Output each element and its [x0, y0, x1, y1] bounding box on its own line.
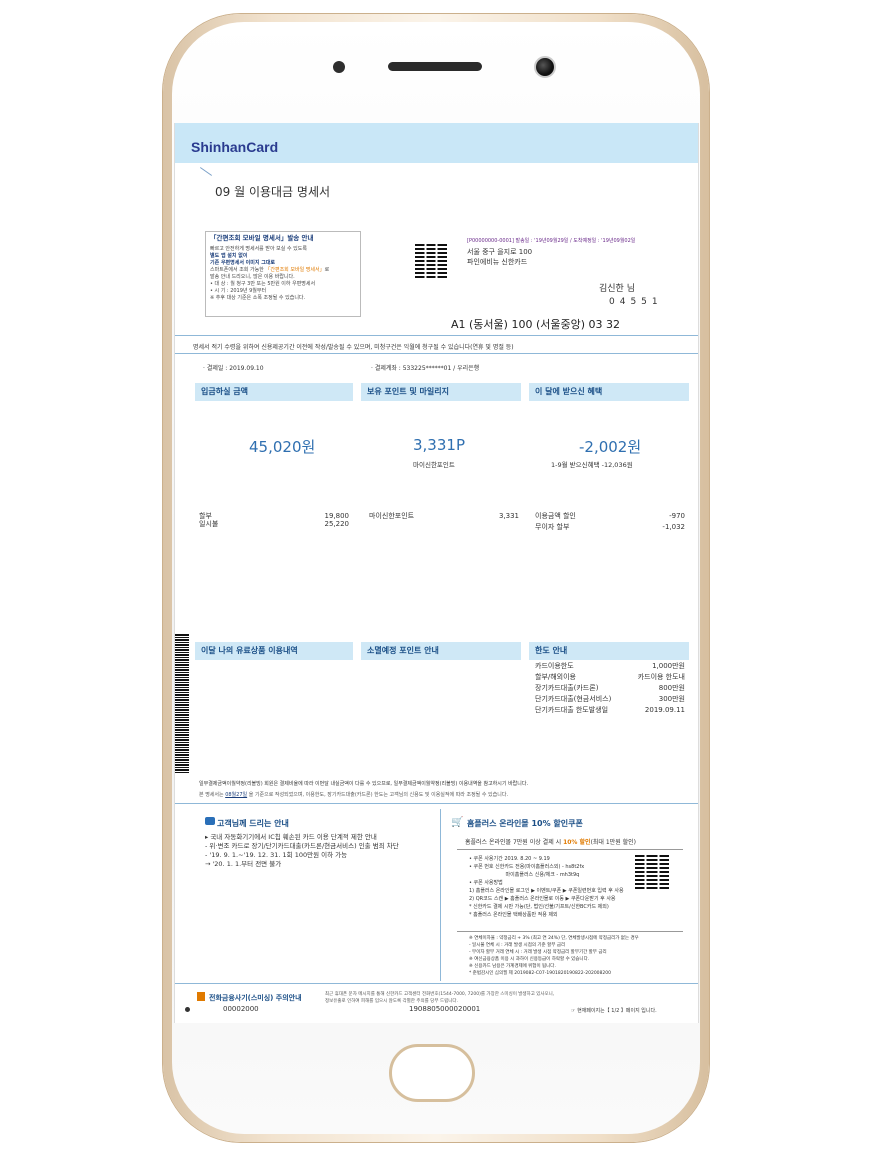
list-item: 카드이용한도 1,000만원 — [535, 662, 685, 670]
home-button[interactable] — [389, 1044, 475, 1102]
page-indicator: ☞ 현재페이지는【 1/2 】페이지 입니다. — [571, 1008, 657, 1014]
notice-title: 「간편조회 모바일 명세서」발송 안내 — [210, 234, 314, 242]
list-item: 할부/해외이용 카드이용 한도내 — [535, 673, 685, 681]
divider — [175, 335, 698, 336]
mobile-statement-notice: 「간편조회 모바일 명세서」발송 안내 빠르고 안전하게 명세서를 받아 보실 … — [205, 231, 361, 317]
fine-print-line: ※ 연체이자율 : 약정금리 + 3% (최고 연 24%) 단, 연체발생시점… — [469, 936, 639, 941]
payment-date: · 결제일 : 2019.09.10 — [203, 365, 264, 372]
notice-line: 스마트폰에서 조회 가능한 「간편조회 모바일 명세서」로 — [210, 267, 330, 273]
benefit-total: -2,002원 — [579, 438, 642, 456]
coupon-item: 1) 홈플러스 온라인몰 로그인 ▶ 이벤트/쿠폰 ▶ 쿠폰일련번호 입력 후 … — [469, 888, 624, 894]
notice-line: 별도 앱 설치 없이 — [210, 253, 248, 259]
fine-print-line: ※ 신용카드 남용은 가계경제에 위험이 됩니다. — [469, 964, 556, 969]
divider — [457, 931, 683, 932]
notice-line: 발송 안내 드리오니, 많은 이용 바랍니다. — [210, 274, 295, 280]
statement-basis-note: 본 명세서는 08월27일 을 기준으로 작성되었으며, 이용한도, 장기카드대… — [199, 792, 509, 798]
fine-print-line: ※ 여신금융상품 이용 시 과하이 신용등급이 하락할 수 있습니다. — [469, 957, 590, 962]
benefit-breakdown: 이용금액 할인 -970 무이자 할부 -1,032 — [535, 511, 685, 533]
coupon-qr-code[interactable] — [635, 855, 669, 889]
speaker-grille — [388, 62, 482, 71]
notice-line: • 대 상 : 월 청구 3만 또는 5만원 이하 우편명세서 — [210, 281, 316, 287]
guide-title: 고객님께 드리는 안내 — [217, 819, 289, 828]
guide-line: - 위·변조 카드로 장기/단기카드대출(카드론/현금서비스) 인출 범죄 차단 — [205, 842, 399, 850]
proximity-sensor — [333, 61, 345, 73]
mailing-meta: [P00000000-0001] 발송일 : '19년09월29일 / 도착예정… — [467, 238, 636, 244]
delivery-route: A1 (동서울) 100 (서울중앙) 03 32 — [451, 318, 621, 331]
divider — [175, 353, 698, 354]
barcode-number: 1908805000020001 — [409, 1005, 481, 1013]
list-item: 마이신한포인트 3,331 — [369, 512, 519, 520]
sender-address-line2: 파인에비뉴 신한카드 — [467, 258, 528, 266]
notice-line: 빠르고 안전하게 명세서를 받아 보실 수 있도록 — [210, 246, 307, 252]
decorative-line — [199, 167, 213, 176]
fine-print-line: * 준법감시인 심의필 제 2019082-C07-1901820190822-… — [469, 971, 611, 976]
coupon-subtitle: 홈플러스 온라인몰 7만원 이상 결제 시 10% 할인(최대 1만원 할인) — [465, 839, 636, 846]
punch-hole-mark — [185, 1007, 190, 1012]
brand-logo: ShinhanCard — [191, 139, 279, 155]
amount-breakdown: 할부 19,800 일시불 25,220 — [199, 511, 349, 530]
side-barcode — [175, 633, 189, 773]
notice-line: • 시 기 : 2019년 9월부터 — [210, 288, 267, 294]
smishing-warning-text: 최근 휴대폰 문자 메시지를 통해 신한카드 고객센터 전화번호(1544-70… — [325, 991, 554, 1005]
fine-print-line: - 일시불 연체 시 : 거래 발생 시점의 기준 할부 금리 — [469, 943, 566, 948]
cart-icon: 🛒 — [451, 817, 464, 828]
notice-line: ※ 추후 대상 기준은 소폭 조정될 수 있습니다. — [210, 295, 306, 301]
coupon-item: * 홈플러스 온라인몰 택배상품만 적용 제외 — [469, 912, 558, 918]
coupon-details: • 쿠폰 사용기간 2019. 8.20 ~ 9.19 • 쿠폰 번호 신한카드… — [469, 855, 624, 919]
front-camera — [534, 56, 556, 78]
recipient-name: 김신한 님 — [599, 284, 635, 294]
points-breakdown: 마이신한포인트 3,331 — [369, 511, 519, 522]
speech-bubble-icon — [205, 817, 215, 825]
limit-table: 카드이용한도 1,000만원 할부/해외이용 카드이용 한도내 장기카드대출(카드론… — [535, 661, 685, 716]
qr-code — [415, 244, 447, 278]
statement-screen: ShinhanCard 09 월 이용대금 명세서 「간편조회 모바일 명세서」… — [174, 123, 699, 1023]
coupon-item: * 신한카드 결제 시만 가능(단, 법인/선불/기프트/신한BC카드 제외) — [469, 904, 609, 910]
fine-print: ※ 연체이자율 : 약정금리 + 3% (최고 연 24%) 단, 연체발생시점… — [469, 935, 639, 977]
amount-due: 45,020원 — [249, 438, 316, 456]
document-code: 00002000 — [223, 1005, 259, 1013]
coupon-item: • 쿠폰 번호 신한카드 전용(마이홈플러스외) - hs8t2fx — [469, 864, 585, 870]
revolving-note: 일부결제금액이월약정(리볼빙) 회원은 결제비율에 따라 이번달 내실금액이 다… — [199, 781, 529, 787]
guide-line: → '20. 1. 1.부터 전면 불가 — [205, 860, 282, 868]
benefit-section-header: 이 달에 받으신 혜택 — [529, 383, 689, 401]
smishing-warning-title: 전화금융사기(스미싱) 주의안내 — [209, 994, 302, 1002]
delivery-disclaimer: 명세서 적기 수령을 위하여 신용제공기간 이전에 작성/발송될 수 있으며, … — [193, 344, 514, 351]
payment-account: · 결제계좌 : 533225******01 / 우리은행 — [371, 365, 480, 372]
divider — [457, 849, 683, 850]
benefit-ytd: 1-9월 받으신혜택 -12,036원 — [551, 461, 633, 469]
points-label: 마이신한포인트 — [413, 461, 455, 469]
notice-line: 기존 우편명세서 이미지 그대로 — [210, 260, 276, 266]
postal-code: 04551 — [609, 297, 663, 307]
list-item: 일시불 25,220 — [199, 520, 349, 528]
list-item: 무이자 할부 -1,032 — [535, 523, 685, 531]
divider — [175, 803, 698, 804]
coupon-item: 마이홈플러스 신용/체크 - mh3t9q — [469, 872, 580, 878]
list-item: 이용금액 할인 -970 — [535, 512, 685, 520]
divider — [175, 983, 698, 984]
coupon-item: 2) QR코드 스캔 ▶ 홈플러스 온라인몰로 이동 ▶ 쿠폰다운받기 후 사용 — [469, 896, 616, 902]
statement-title: 09 월 이용대금 명세서 — [215, 185, 331, 199]
coupon-item: • 쿠폰 사용기간 2019. 8.20 ~ 9.19 — [469, 856, 550, 862]
products-section-header: 이달 나의 유료상품 이용내역 — [195, 642, 353, 660]
fine-print-line: - 무이자 할부 거래 연체 시 : 거래 발생 시점 약정금리 할부기간 할부… — [469, 950, 607, 955]
warning-line: 정보유출로 인하여 피해를 입으시 않도록 각별한 주의를 당부 드립니다. — [325, 999, 458, 1004]
expire-section-header: 소멸예정 포인트 안내 — [361, 642, 521, 660]
warning-icon — [197, 992, 205, 1001]
warning-line: 최근 휴대폰 문자 메시지를 통해 신한카드 고객센터 전화번호(1544-70… — [325, 992, 555, 997]
guide-body: ▸ 국내 자동화기기에서 IC칩 훼손된 카드 이용 단계적 제한 안내 - 위… — [205, 833, 399, 869]
points-total: 3,331P — [413, 436, 465, 454]
points-section-header: 보유 포인트 및 마일리지 — [361, 383, 521, 401]
guide-line: - '19. 9. 1.~'19. 12. 31. 1회 100만원 이하 가능 — [205, 851, 348, 859]
column-divider — [440, 809, 441, 981]
amount-section-header: 입금하실 금액 — [195, 383, 353, 401]
list-item: 단기카드대출(현금서비스) 300만원 — [535, 695, 685, 703]
list-item: 단기카드대출 한도발생일 2019.09.11 — [535, 706, 685, 714]
sender-address-line1: 서울 중구 을지로 100 — [467, 248, 533, 256]
coupon-item: • 쿠폰 사용방법 — [469, 880, 503, 886]
coupon-title: 홈플러스 온라인몰 10% 할인쿠폰 — [467, 819, 583, 828]
limit-section-header: 한도 안내 — [529, 642, 689, 660]
guide-line: ▸ 국내 자동화기기에서 IC칩 훼손된 카드 이용 단계적 제한 안내 — [205, 833, 377, 841]
list-item: 장기카드대출(카드론) 800만원 — [535, 684, 685, 692]
